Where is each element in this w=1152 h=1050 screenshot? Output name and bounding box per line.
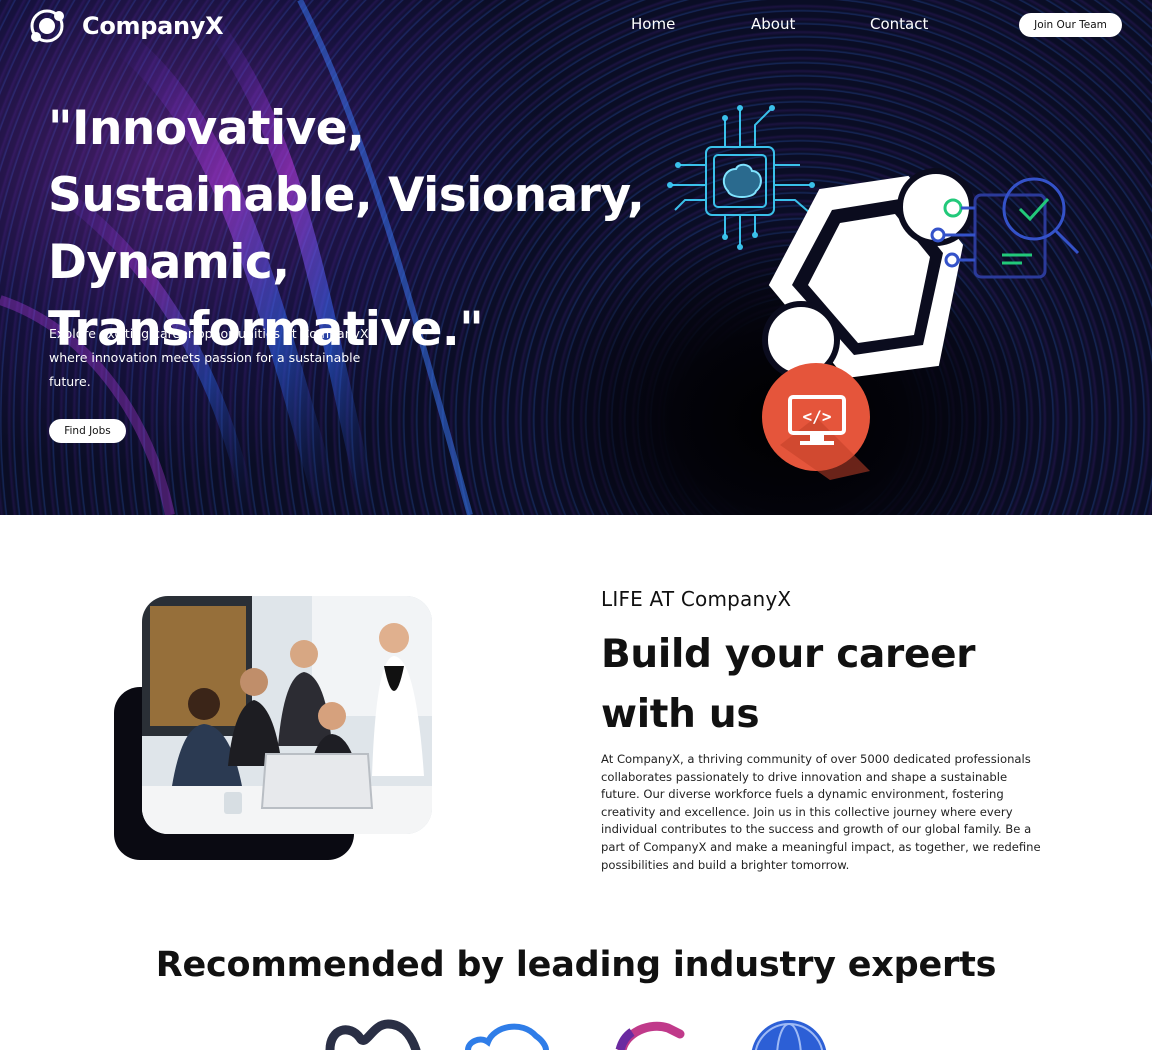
hero-subtitle: Explore exciting career opportunities at…: [49, 326, 373, 389]
cloud-logo-icon: [465, 1023, 549, 1050]
life-body-text: At CompanyX, a thriving community of ove…: [601, 752, 1041, 872]
ai-chip-icon: [667, 105, 815, 250]
nav-link-about[interactable]: About: [751, 15, 795, 33]
partner-logos: [325, 1019, 827, 1050]
meta-logo-icon: [325, 1019, 421, 1050]
find-jobs-button[interactable]: Find Jobs: [49, 419, 126, 443]
life-title: Build your career with us: [601, 632, 976, 737]
main-nav: Home About Contact: [0, 15, 1152, 39]
join-our-team-button[interactable]: Join Our Team: [1019, 13, 1122, 37]
hero-illustration: </>: [667, 105, 1080, 480]
nav-link-contact[interactable]: Contact: [870, 15, 928, 33]
nav-link-home[interactable]: Home: [631, 15, 675, 33]
recommended-title: Recommended by leading industry experts: [155, 945, 997, 985]
globe-logo-icon: [751, 1020, 827, 1050]
life-kicker: LIFE AT CompanyX: [601, 587, 792, 611]
code-monitor-icon: </>: [762, 363, 870, 480]
svg-text:</>: </>: [803, 407, 832, 426]
swirl-logo-icon: [615, 1021, 685, 1050]
team-meeting-image: [142, 596, 432, 834]
team-photo: [142, 596, 432, 834]
hero-section: CompanyX Home About Contact Join Our Tea…: [0, 0, 1152, 515]
